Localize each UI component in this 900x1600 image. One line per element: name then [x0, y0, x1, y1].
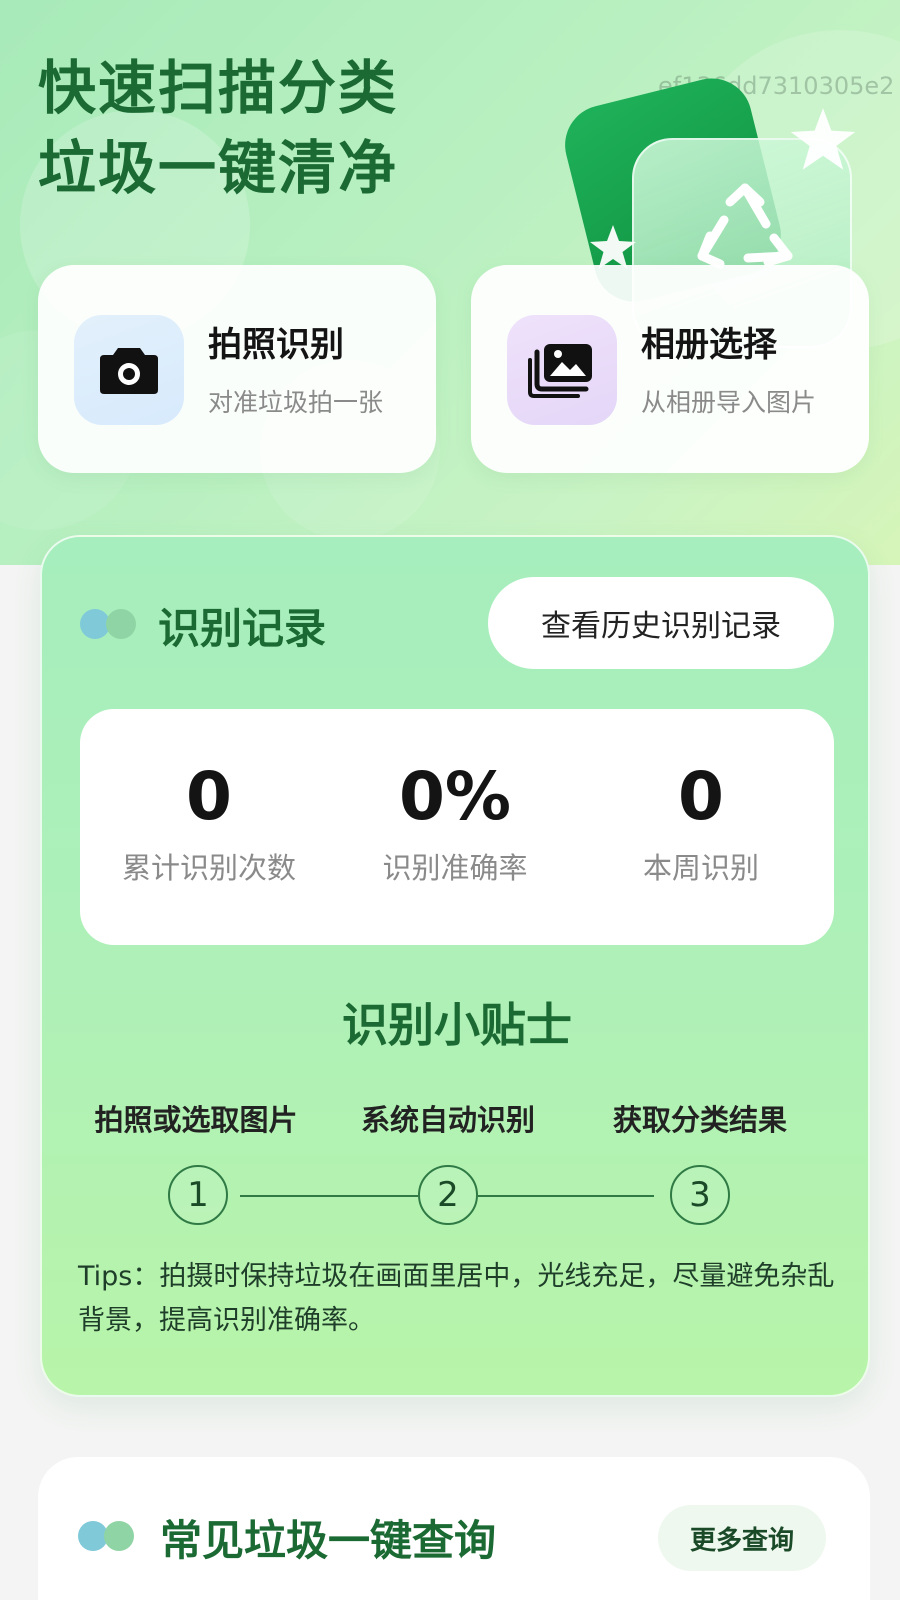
step-connector [240, 1195, 418, 1197]
stats-panel: 0 累计识别次数 0% 识别准确率 0 本周识别 [80, 709, 834, 945]
dot-green [106, 609, 136, 639]
step-label-3: 获取分类结果 [612, 1103, 787, 1137]
step-number-1: 1 [168, 1165, 228, 1225]
stat-total-count: 0 累计识别次数 [84, 761, 334, 887]
photo-album-icon [528, 344, 592, 398]
star-icon [790, 108, 856, 170]
common-garbage-card: 常见垃圾一键查询 更多查询 [38, 1457, 870, 1600]
camera-icon-tile [74, 315, 184, 425]
step-connector [478, 1195, 654, 1197]
album-select-title: 相册选择 [641, 325, 777, 365]
view-history-button[interactable]: 查看历史识别记录 [488, 577, 834, 669]
album-select-card[interactable]: 相册选择 从相册导入图片 [471, 265, 869, 473]
take-photo-card[interactable]: 拍照识别 对准垃圾拍一张 [38, 265, 436, 473]
stat-label: 本周识别 [642, 851, 759, 885]
common-section-title: 常见垃圾一键查询 [160, 1516, 497, 1565]
step-number-2: 2 [418, 1165, 478, 1225]
recognition-record-card: 识别记录 查看历史识别记录 0 累计识别次数 0% 识别准确率 0 本周识别 识… [40, 535, 870, 1397]
album-icon-tile [507, 315, 617, 425]
stat-accuracy: 0% 识别准确率 [330, 761, 580, 887]
hero-title-line2: 垃圾一键清净 [38, 134, 399, 202]
record-section-title: 识别记录 [158, 604, 327, 653]
dot-green [104, 1521, 134, 1551]
section-dots-icon [80, 609, 136, 639]
step-label-2: 系统自动识别 [360, 1103, 535, 1137]
album-select-subtitle: 从相册导入图片 [641, 388, 817, 417]
hero-title: 快速扫描分类 垃圾一键清净 [38, 48, 398, 208]
more-query-button[interactable]: 更多查询 [658, 1505, 826, 1571]
stat-value: 0 [678, 758, 724, 835]
camera-icon [100, 348, 158, 394]
stat-value: 0% [398, 758, 512, 835]
stat-this-week: 0 本周识别 [576, 761, 826, 887]
section-dots-icon [78, 1521, 134, 1551]
step-number-3: 3 [670, 1165, 730, 1225]
hero-title-line1: 快速扫描分类 [38, 54, 399, 122]
hero-banner: 快速扫描分类 垃圾一键清净 ef136dd7310305e2 拍照识别 对准垃圾… [0, 0, 900, 565]
stat-label: 累计识别次数 [121, 851, 296, 885]
tips-text: Tips：拍摄时保持垃圾在画面里居中，光线充足，尽量避免杂乱背景，提高识别准确率… [78, 1261, 835, 1336]
tips-title: 识别小贴士 [342, 998, 572, 1052]
take-photo-title: 拍照识别 [208, 325, 344, 365]
step-label-1: 拍照或选取图片 [94, 1103, 298, 1137]
stat-value: 0 [186, 758, 232, 835]
stat-label: 识别准确率 [382, 851, 528, 885]
take-photo-subtitle: 对准垃圾拍一张 [208, 388, 384, 417]
